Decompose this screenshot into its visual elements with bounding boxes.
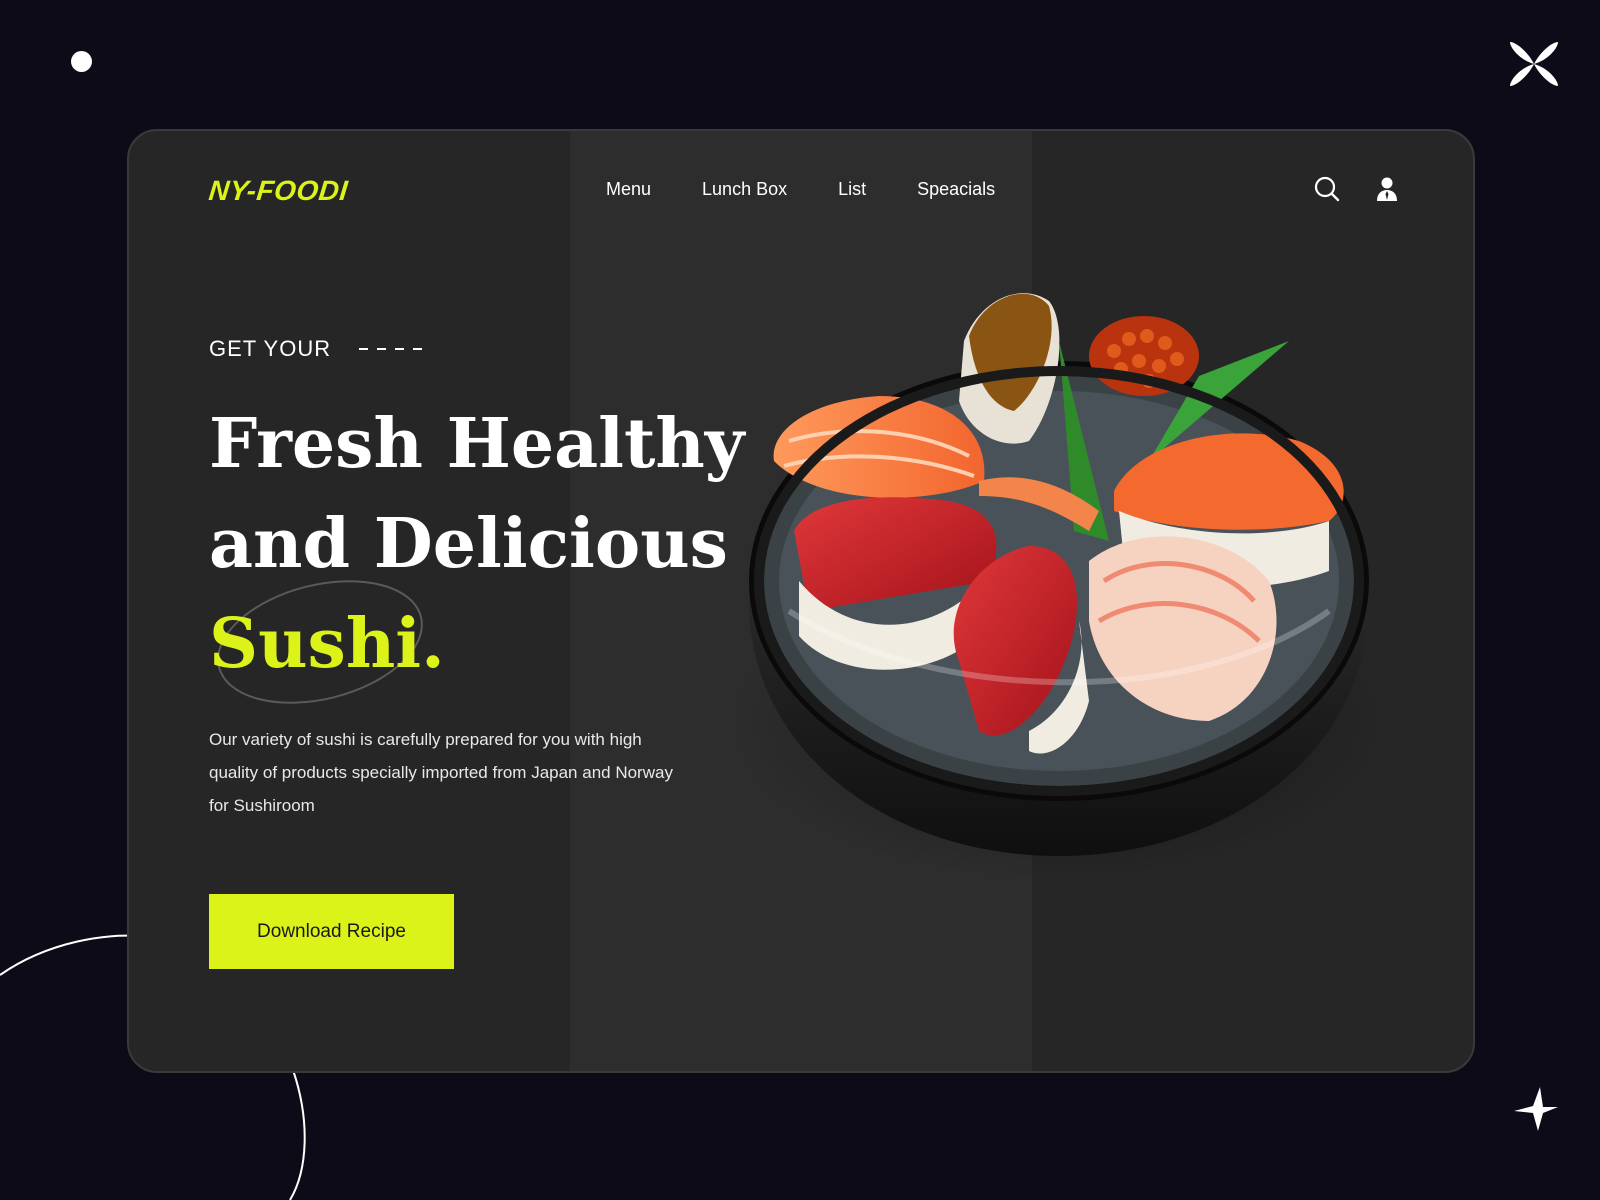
sushi-platter-image <box>729 293 1379 881</box>
title-line-1: Fresh Healthy <box>209 404 745 484</box>
main-nav: Menu Lunch Box List Speacials <box>606 179 995 200</box>
page-title: Fresh Healthy and Delicious Sushi. <box>209 394 744 694</box>
nav-item-lunch-box[interactable]: Lunch Box <box>702 179 787 200</box>
eyebrow-text: GET YOUR <box>209 336 332 361</box>
sparkle-icon <box>1514 1087 1558 1131</box>
header-actions <box>1314 175 1400 203</box>
logo[interactable]: NY-FOODI <box>207 175 349 207</box>
nav-item-menu[interactable]: Menu <box>606 179 651 200</box>
eyebrow-dashes <box>359 348 424 350</box>
title-accent: Sushi. <box>209 604 445 684</box>
nav-item-list[interactable]: List <box>838 179 866 200</box>
user-icon[interactable] <box>1374 175 1400 203</box>
hero-card: NY-FOODI Menu Lunch Box List Speacials G… <box>127 129 1475 1073</box>
title-line-2: and Delicious <box>209 504 728 584</box>
nav-item-specials[interactable]: Speacials <box>917 179 995 200</box>
search-icon[interactable] <box>1314 175 1340 203</box>
decor-dot <box>71 51 92 72</box>
hero-description: Our variety of sushi is carefully prepar… <box>209 730 673 815</box>
download-recipe-button[interactable]: Download Recipe <box>209 894 454 969</box>
flower-icon <box>1510 42 1558 86</box>
eyebrow: GET YOUR <box>209 336 424 362</box>
